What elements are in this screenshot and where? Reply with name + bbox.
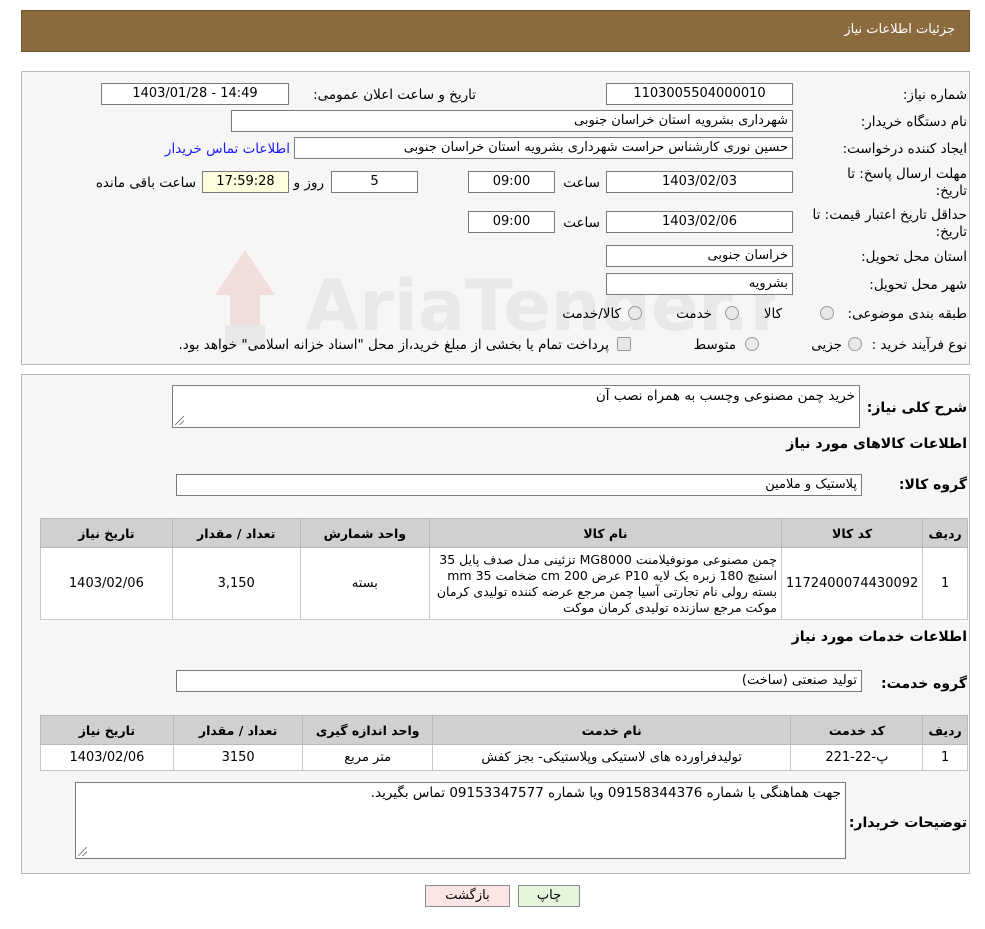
page-title: جزئیات اطلاعات نیاز	[844, 22, 955, 37]
province-field: خراسان جنوبی	[606, 245, 793, 267]
process-option-minor: جزیی	[811, 337, 842, 353]
print-button[interactable]: چاپ	[518, 885, 580, 907]
buyer-notes-textarea[interactable]: جهت هماهنگی با شماره 09158344376 ویا شما…	[75, 782, 846, 859]
days-label: روز و	[293, 175, 324, 191]
category-option-goods: کالا	[763, 306, 782, 322]
reply-time-field: 09:00	[468, 171, 555, 193]
goods-cell-qty: 3,150	[171, 547, 301, 620]
services-col-qty: تعداد / مقدار	[172, 715, 304, 745]
creator-field: حسین نوری کارشناس حراست شهرداری بشرویه ا…	[294, 137, 793, 159]
services-cell-row: 1	[922, 744, 968, 771]
category-radio-goods-service[interactable]	[628, 306, 642, 320]
goods-table: ردیف کد کالا نام کالا واحد شمارش تعداد /…	[40, 518, 968, 620]
goods-col-name: نام کالا	[428, 518, 782, 548]
validity-time-field: 09:00	[468, 211, 555, 233]
services-table-header: ردیف کد خدمت نام خدمت واحد اندازه گیری ت…	[40, 715, 968, 745]
services-cell-name: تولیدفراورده های لاستیکی وپلاستیکی- بجز …	[431, 744, 792, 771]
services-cell-date: 1403/02/06	[40, 744, 174, 771]
reply-date-field: 1403/02/03	[606, 171, 793, 193]
validity-time-label: ساعت	[563, 215, 600, 231]
remaining-time-field: 17:59:28	[202, 171, 289, 193]
table-row: 1 پ-22-221 تولیدفراورده های لاستیکی وپلا…	[40, 744, 968, 771]
buyer-notes-label: توضیحات خریدار:	[848, 815, 967, 831]
buyer-notes-text: جهت هماهنگی با شماره 09158344376 ویا شما…	[370, 785, 841, 801]
reply-deadline-label-date: تاریخ:	[935, 183, 967, 199]
category-option-service: خدمت	[676, 306, 712, 322]
goods-cell-unit: بسته	[299, 547, 430, 620]
services-cell-unit: متر مربع	[302, 744, 433, 771]
services-table: ردیف کد خدمت نام خدمت واحد اندازه گیری ت…	[40, 715, 968, 771]
goods-group-field: پلاستیک و ملامین	[176, 474, 862, 496]
services-col-code: کد خدمت	[790, 715, 924, 745]
goods-col-date: تاریخ نیاز	[40, 518, 173, 548]
remaining-days-field: 5	[331, 171, 418, 193]
price-validity-label-date: تاریخ:	[935, 224, 967, 240]
reply-deadline-label: مهلت ارسال پاسخ: تا	[847, 166, 967, 182]
category-option-goods-service: کالا/خدمت	[562, 306, 621, 322]
goods-cell-date: 1403/02/06	[40, 547, 173, 620]
need-summary-textarea[interactable]: خرید چمن مصنوعی وچسب به همراه نصب آن	[172, 385, 860, 428]
need-summary-label: شرح کلی نیاز:	[866, 400, 967, 416]
process-label: نوع فرآیند خرید :	[871, 337, 967, 353]
goods-col-row: ردیف	[922, 518, 968, 548]
announce-label: تاریخ و ساعت اعلان عمومی:	[313, 87, 476, 103]
services-cell-code: پ-22-221	[790, 744, 924, 771]
process-option-medium: متوسط	[693, 337, 736, 353]
city-label: شهر محل تحویل:	[869, 277, 967, 293]
process-radio-minor[interactable]	[848, 337, 862, 351]
creator-label: ایجاد کننده درخواست:	[842, 141, 967, 157]
validity-date-field: 1403/02/06	[606, 211, 793, 233]
services-col-unit: واحد اندازه گیری	[302, 715, 433, 745]
goods-col-qty: تعداد / مقدار	[171, 518, 301, 548]
services-section-title: اطلاعات خدمات مورد نیاز	[791, 629, 967, 645]
goods-table-header: ردیف کد کالا نام کالا واحد شمارش تعداد /…	[40, 518, 968, 548]
remaining-time-label: ساعت باقی مانده	[95, 175, 196, 191]
goods-col-code: کد کالا	[780, 518, 924, 548]
services-col-date: تاریخ نیاز	[40, 715, 174, 745]
services-col-row: ردیف	[922, 715, 968, 745]
resize-grip-icon[interactable]	[78, 847, 87, 856]
goods-cell-row: 1	[922, 547, 968, 620]
buyer-org-label: نام دستگاه خریدار:	[860, 114, 967, 130]
resize-grip-icon[interactable]	[175, 416, 184, 425]
services-col-name: نام خدمت	[431, 715, 792, 745]
page-header: جزئیات اطلاعات نیاز	[21, 10, 970, 52]
category-radio-service[interactable]	[725, 306, 739, 320]
category-label: طبقه بندی موضوعی:	[847, 306, 967, 322]
city-field: بشرویه	[606, 273, 793, 295]
process-checkbox-treasury[interactable]	[617, 337, 631, 351]
table-row: 1 1172400074430092 چمن مصنوعی مونوفیلامن…	[40, 547, 968, 620]
need-number-label: شماره نیاز:	[902, 87, 967, 103]
need-number-field: 1103005504000010	[606, 83, 793, 105]
reply-time-label: ساعت	[563, 175, 600, 191]
goods-col-unit: واحد شمارش	[299, 518, 430, 548]
service-group-field: تولید صنعتی (ساخت)	[176, 670, 862, 692]
announce-field: 1403/01/28 - 14:49	[101, 83, 289, 105]
process-treasury-note: پرداخت تمام یا بخشی از مبلغ خرید،از محل …	[178, 337, 609, 353]
goods-section-title: اطلاعات کالاهای مورد نیاز	[786, 436, 967, 452]
process-radio-medium[interactable]	[745, 337, 759, 351]
buyer-org-field: شهرداری بشرویه استان خراسان جنوبی	[231, 110, 793, 132]
need-summary-text: خرید چمن مصنوعی وچسب به همراه نصب آن	[595, 388, 855, 404]
goods-cell-code: 1172400074430092	[780, 547, 924, 620]
province-label: استان محل تحویل:	[861, 249, 967, 265]
service-group-label: گروه خدمت:	[881, 676, 967, 692]
category-radio-goods[interactable]	[820, 306, 834, 320]
goods-group-label: گروه کالا:	[898, 477, 967, 493]
buyer-contact-link[interactable]: اطلاعات تماس خریدار	[165, 141, 290, 157]
back-button[interactable]: بازگشت	[425, 885, 510, 907]
services-cell-qty: 3150	[172, 744, 304, 771]
goods-cell-name: چمن مصنوعی مونوفیلامنت MG8000 تزئینی مدل…	[428, 547, 782, 620]
price-validity-label: حداقل تاریخ اعتبار قیمت: تا	[812, 207, 967, 223]
